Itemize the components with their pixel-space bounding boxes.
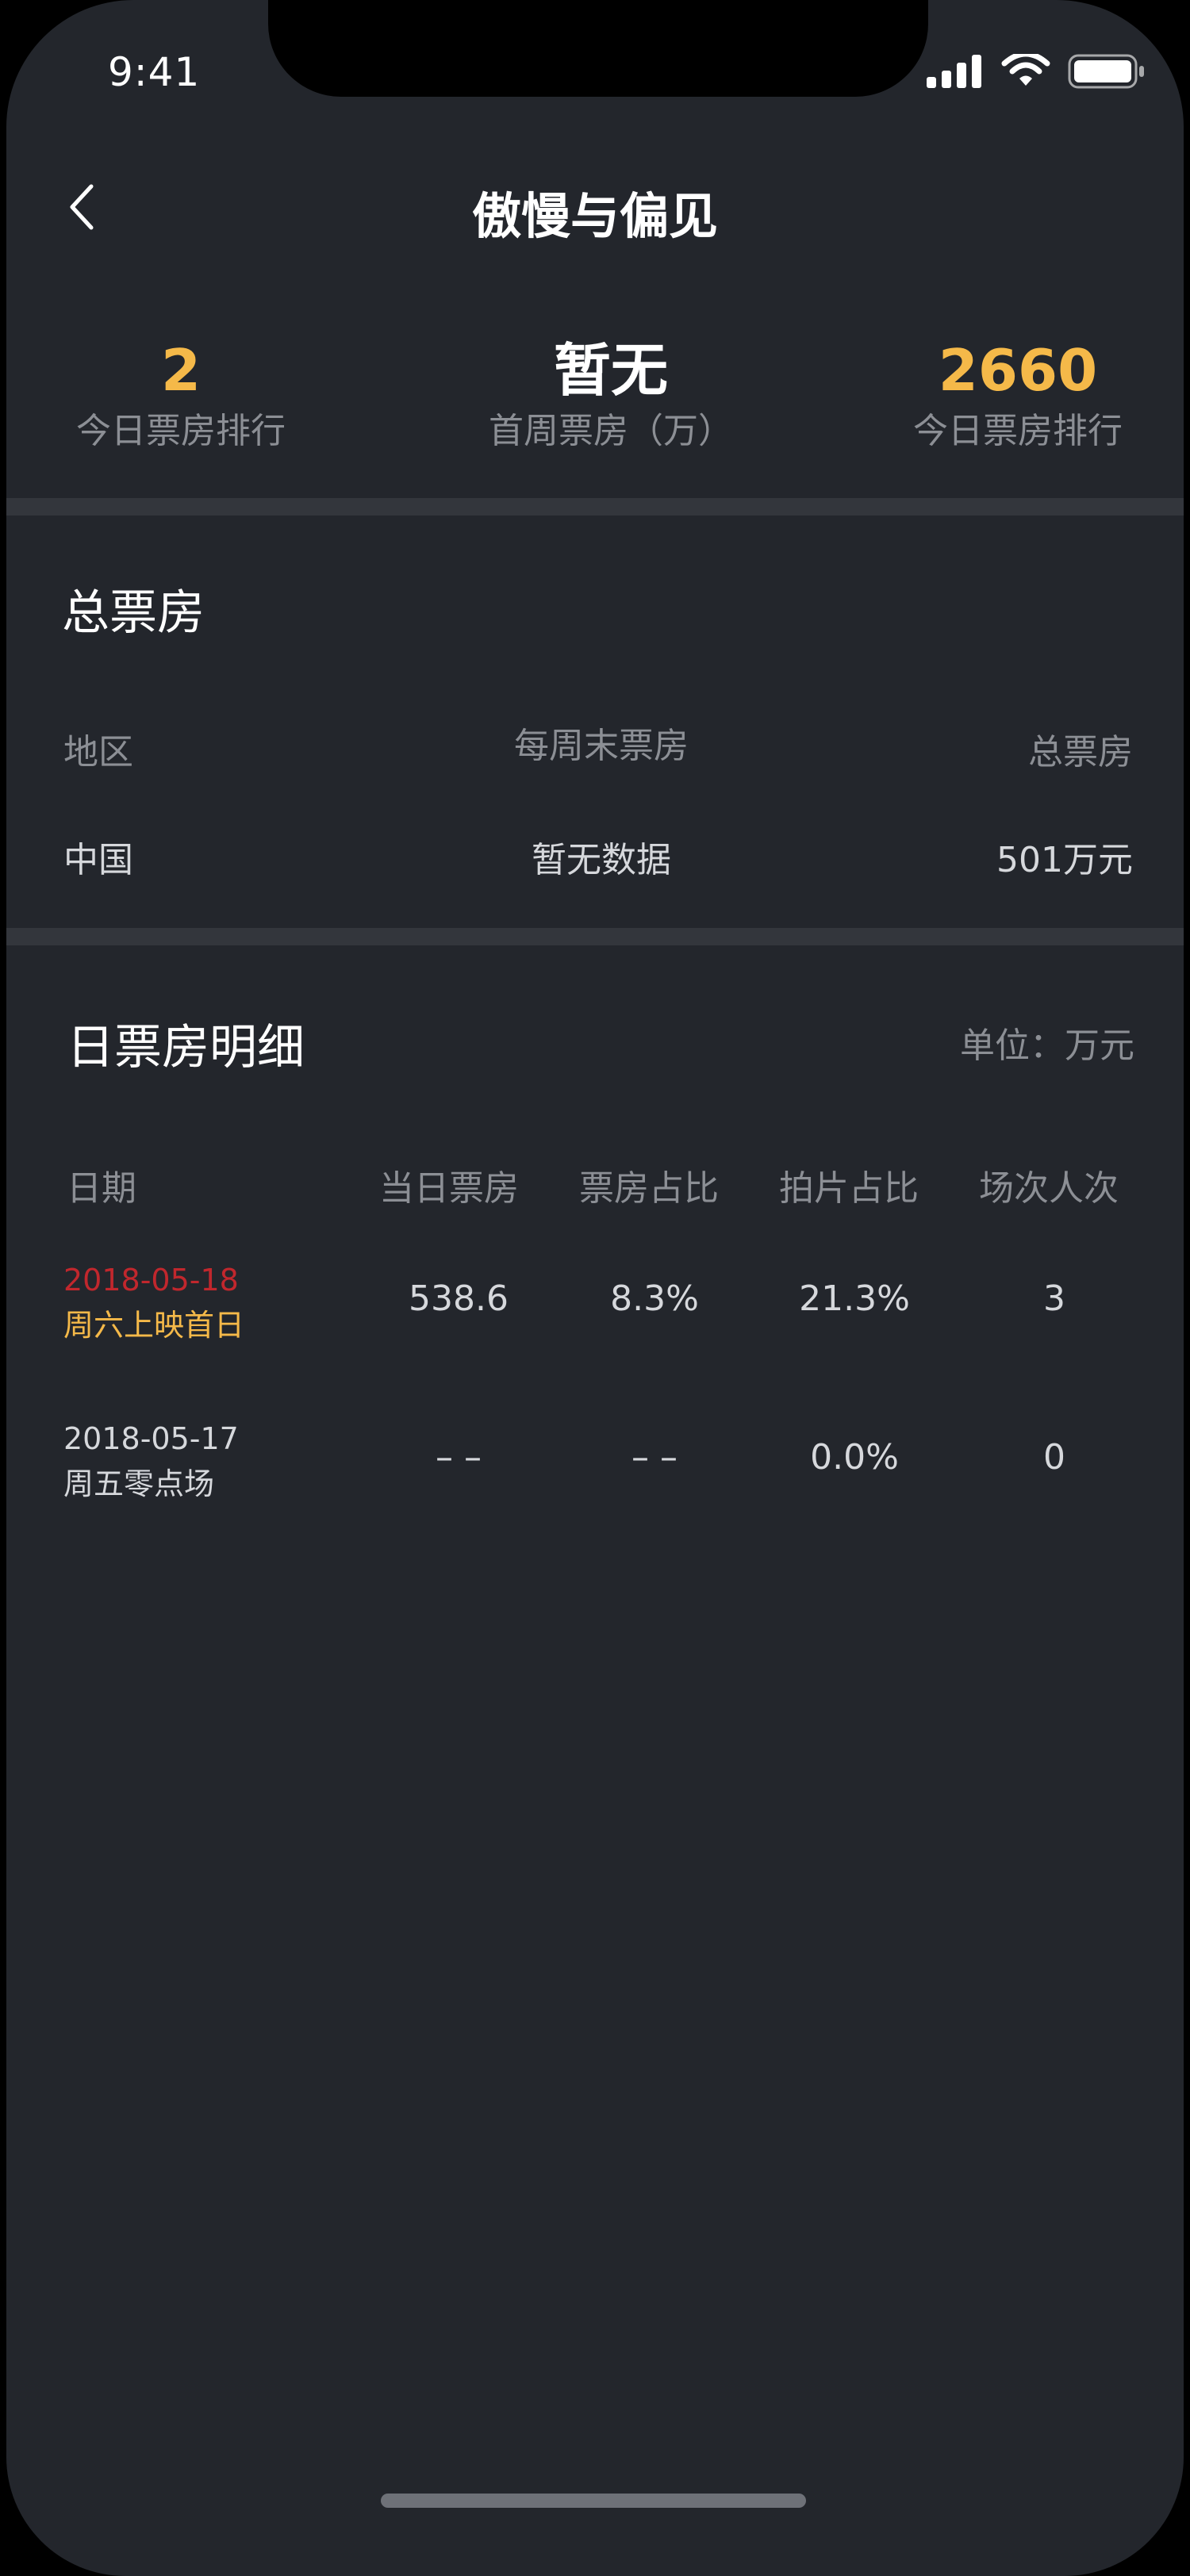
stat-value: 2: [160, 337, 202, 404]
row-sessions: 0: [1043, 1437, 1065, 1478]
battery-icon: [1068, 54, 1146, 92]
daily-detail-title: 日票房明细: [67, 1020, 305, 1075]
header-weekend: 每周末票房: [514, 726, 689, 766]
page-title: 傲慢与偏见: [471, 187, 718, 245]
stat-label: 今日票房排行: [913, 411, 1123, 451]
stat-first-week: 暂无 首周票房（万）: [452, 335, 770, 457]
header-region: 地区: [63, 732, 133, 772]
total-box-office-title: 总票房: [62, 585, 205, 641]
row-box-share: – –: [631, 1437, 678, 1478]
row-weekend: 暂无数据: [532, 840, 671, 880]
header-total: 总票房: [1028, 732, 1133, 772]
row-box-share: 8.3%: [610, 1278, 699, 1319]
row-date: 2018-05-18: [63, 1263, 239, 1298]
header-screening-share: 拍片占比: [779, 1168, 919, 1209]
row-screening-share: 0.0%: [810, 1437, 899, 1478]
status-icons: [927, 51, 1146, 92]
header-box-share: 票房占比: [579, 1168, 719, 1209]
phone-screen: 9:41 傲慢与偏见 2 今日票房排行 暂无 首周票房（万） 2660 今日票房…: [6, 0, 1184, 2576]
section-divider: [6, 928, 1184, 945]
row-daily-box: – –: [436, 1437, 482, 1478]
row-note: 周六上映首日: [63, 1308, 245, 1343]
section-divider: [6, 498, 1184, 516]
row-daily-box: 538.6: [409, 1278, 509, 1319]
notch: [268, 0, 928, 97]
wifi-icon: [1001, 51, 1050, 92]
row-note: 周五零点场: [63, 1466, 215, 1501]
row-total: 501万元: [996, 840, 1133, 880]
header-date: 日期: [67, 1168, 136, 1209]
stat-today-rank: 2 今日票房排行: [38, 335, 324, 457]
stat-label: 今日票房排行: [76, 411, 286, 451]
unit-label: 单位：万元: [960, 1025, 1134, 1066]
status-time: 9:41: [108, 49, 201, 95]
cellular-signal-icon: [927, 55, 984, 91]
row-sessions: 3: [1043, 1278, 1065, 1319]
header-sessions: 场次人次: [979, 1168, 1119, 1209]
stat-value: 2660: [938, 337, 1098, 404]
stat-label: 首周票房（万）: [489, 411, 733, 451]
row-screening-share: 21.3%: [799, 1278, 910, 1319]
stat-value: 暂无: [553, 337, 668, 404]
header-daily-box: 当日票房: [379, 1168, 519, 1209]
row-region: 中国: [63, 840, 133, 880]
stat-today-rank-2: 2660 今日票房排行: [871, 335, 1165, 457]
summary-stats: 2 今日票房排行 暂无 首周票房（万） 2660 今日票房排行: [6, 335, 1184, 470]
row-date: 2018-05-17: [63, 1421, 239, 1456]
home-indicator[interactable]: [381, 2494, 806, 2508]
